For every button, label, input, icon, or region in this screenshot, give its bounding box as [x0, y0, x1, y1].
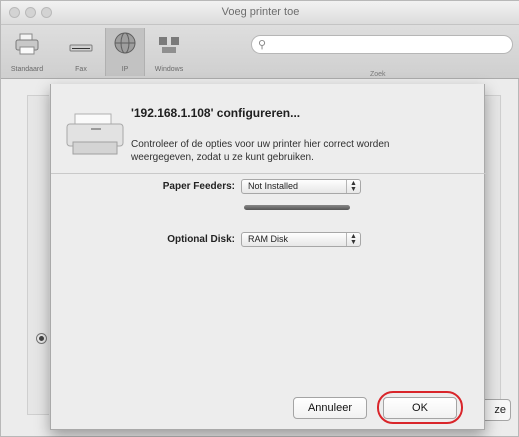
optional-disk-value: RAM Disk [248, 234, 288, 244]
toolbar-fax-label: Fax [75, 66, 87, 73]
dialog-title: '192.168.1.108' configureren... [131, 106, 301, 120]
background-radio-button[interactable] [37, 334, 46, 343]
background-list-panel [27, 95, 49, 415]
optional-disk-select[interactable]: RAM Disk ▲ ▼ [241, 232, 361, 247]
highlight-circle [377, 391, 463, 424]
fax-icon [69, 44, 93, 52]
toolbar-fax[interactable]: Fax [61, 31, 101, 73]
search-input[interactable]: ⚲ [251, 35, 513, 54]
globe-icon [114, 32, 136, 54]
toolbar-ip[interactable]: IP [105, 28, 145, 76]
search-label: Zoek [370, 71, 386, 78]
cancel-button[interactable]: Annuleer [293, 397, 367, 419]
toolbar-default[interactable]: Standaard [7, 31, 47, 73]
paper-feeders-value: Not Installed [248, 181, 299, 191]
toolbar-default-label: Standaard [10, 66, 44, 73]
search-icon: ⚲ [258, 39, 267, 51]
popup-arrows-icon: ▲ ▼ [346, 180, 360, 193]
configure-printer-sheet: '192.168.1.108' configureren... Controle… [50, 84, 486, 430]
printer-icon [66, 113, 124, 155]
title-bar: Voeg printer toe [1, 1, 519, 25]
toolbar: Standaard Fax IP Windows ⚲ Zoek [1, 25, 519, 79]
toolbar-ip-label: IP [121, 66, 129, 73]
popup-arrows-icon: ▲ ▼ [346, 233, 360, 246]
printer-icon [15, 33, 39, 55]
paper-feeders-select[interactable]: Not Installed ▲ ▼ [241, 179, 361, 194]
toolbar-windows[interactable]: Windows [149, 31, 189, 73]
paper-feeders-label: Paper Feeders: [162, 181, 235, 192]
window-title: Voeg printer toe [221, 6, 300, 18]
divider [51, 173, 486, 174]
toolbar-windows-label: Windows [154, 66, 184, 73]
optional-disk-label: Optional Disk: [167, 234, 235, 245]
background-right-panel [485, 95, 501, 415]
windows-network-icon [159, 37, 179, 53]
option-slider[interactable] [244, 205, 350, 210]
dialog-description: Controleer of de opties voor uw printer … [131, 139, 390, 163]
